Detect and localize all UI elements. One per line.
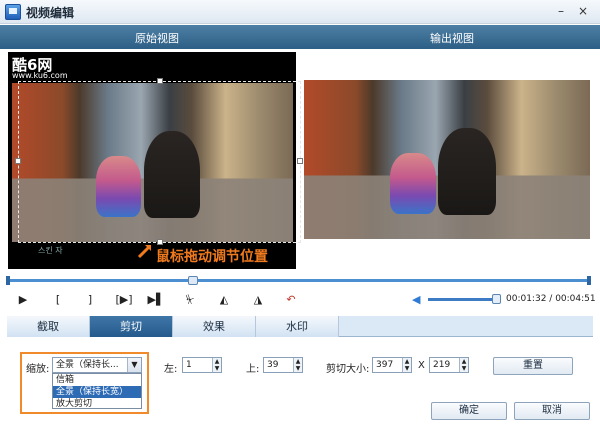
tab-crop[interactable]: 剪切 — [90, 316, 173, 337]
volume-thumb[interactable] — [492, 294, 501, 304]
arrow-icon — [137, 245, 151, 259]
current-time: 00:01:32 — [506, 294, 547, 304]
view-header: 原始视图 输出视图 — [0, 25, 600, 49]
tab-watermark[interactable]: 水印 — [256, 316, 339, 337]
crop-width-value: 397 — [376, 360, 394, 370]
top-offset-stepper[interactable]: 39 ▲ ▼ — [263, 357, 303, 373]
stepper-arrows-icon[interactable]: ▲ ▼ — [293, 358, 302, 372]
crop-settings-panel: 缩放: 全景（保持长... ▼ 信箱 全景（保持长宽） 放大剪切 左: 1 ▲ ▼… — [0, 338, 600, 424]
crop-size-label: 剪切大小: — [326, 364, 370, 375]
crop-height-stepper[interactable]: 219 ▲ ▼ — [429, 357, 469, 373]
mark-out-button[interactable]: ] — [81, 292, 99, 308]
cancel-button[interactable]: 取消 — [514, 402, 590, 420]
ok-button[interactable]: 确定 — [431, 402, 507, 420]
crop-rectangle[interactable] — [15, 78, 303, 245]
volume-icon[interactable]: ◀ — [412, 294, 424, 305]
rotate-right-button[interactable]: ◮ — [249, 292, 267, 308]
rotate-left-button[interactable]: ◭ — [215, 292, 233, 308]
tab-effects[interactable]: 效果 — [173, 316, 256, 337]
tab-bar: 截取 剪切 效果 水印 — [7, 316, 593, 337]
original-view-label: 原始视图 — [135, 32, 179, 45]
site-url: www.ku6.com — [12, 71, 68, 80]
title-bar: 视频编辑 – × — [0, 0, 600, 24]
reset-button[interactable]: 重置 — [493, 357, 573, 375]
left-offset-value: 1 — [186, 360, 192, 370]
stepper-arrows-icon[interactable]: ▲ ▼ — [212, 358, 221, 372]
minimize-button[interactable]: – — [551, 2, 571, 20]
left-offset-stepper[interactable]: 1 ▲ ▼ — [182, 357, 222, 373]
timeline-slider[interactable] — [6, 276, 591, 285]
total-time: 00:04:51 — [555, 294, 596, 304]
left-label: 左: — [164, 364, 178, 375]
volume-slider[interactable] — [428, 298, 498, 301]
preview-area: 酷6网 www.ku6.com 스킨 자 鼠标拖动调节位置 — [0, 49, 600, 275]
top-offset-value: 39 — [267, 360, 279, 370]
playback-controls: ▶ [ ] [▶] ▶▌ ⏧ ◭ ◮ ↶ ◀ 00:01:32 / 00:04:… — [0, 288, 600, 310]
output-view-label: 输出视图 — [430, 32, 474, 45]
highlight-annotation — [20, 352, 149, 414]
crop-handle-left[interactable] — [15, 158, 21, 164]
time-separator: / — [546, 294, 556, 304]
original-preview: 酷6网 www.ku6.com 스킨 자 鼠标拖动调节位置 — [8, 52, 303, 269]
crop-handle-top[interactable] — [157, 78, 163, 84]
mark-in-button[interactable]: [ — [49, 292, 67, 308]
undo-button[interactable]: ↶ — [282, 292, 300, 308]
top-label: 上: — [246, 364, 260, 375]
timeline-end-marker[interactable] — [587, 276, 591, 285]
crop-handle-bottom[interactable] — [157, 239, 163, 245]
tab-trim[interactable]: 截取 — [7, 316, 90, 337]
drag-hint-caption: 鼠标拖动调节位置 — [156, 249, 268, 265]
play-button[interactable]: ▶ — [14, 292, 32, 308]
crop-width-stepper[interactable]: 397 ▲ ▼ — [372, 357, 412, 373]
timeline-start-marker[interactable] — [6, 276, 10, 285]
output-video-frame — [304, 80, 590, 239]
timeline-thumb[interactable] — [188, 276, 198, 285]
crop-height-value: 219 — [433, 360, 451, 370]
play-selection-button[interactable]: [▶] — [112, 292, 136, 308]
stepper-arrows-icon[interactable]: ▲ ▼ — [459, 358, 468, 372]
skip-segment-button[interactable]: ▶▌ — [147, 292, 165, 308]
window-title: 视频编辑 — [26, 6, 75, 20]
timeline-track — [6, 279, 591, 282]
dimension-separator: X — [418, 360, 425, 371]
app-icon — [5, 4, 21, 20]
stepper-arrows-icon[interactable]: ▲ ▼ — [402, 358, 411, 372]
video-subtitle: 스킨 자 — [38, 246, 63, 255]
split-button[interactable]: ⏧ — [181, 292, 199, 308]
crop-handle-right[interactable] — [297, 158, 303, 164]
time-readout: 00:01:32 / 00:04:51 — [506, 294, 596, 304]
close-button[interactable]: × — [573, 2, 593, 20]
